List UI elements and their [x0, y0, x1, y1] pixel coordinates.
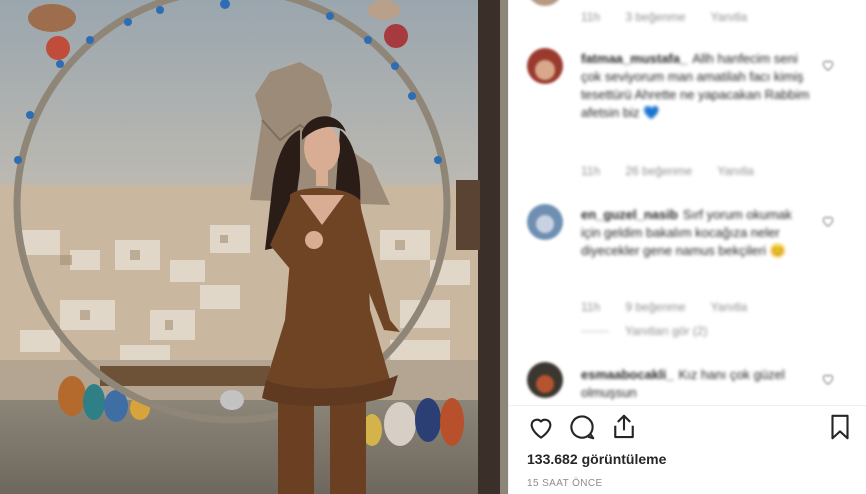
- comment-text: en_guzel_nasib Sırf yorum okumak için gel…: [581, 206, 813, 260]
- like-comment-icon[interactable]: [821, 58, 835, 72]
- comment-meta: 11h 3 beğenme Yanıtla: [581, 10, 769, 24]
- comment-icon[interactable]: [567, 412, 597, 442]
- avatar-face: [536, 215, 554, 233]
- share-icon[interactable]: [609, 412, 639, 442]
- post-actions-bar: [509, 412, 866, 444]
- comment-meta: 11h 9 beğenme Yanıtla: [581, 300, 769, 314]
- avatar[interactable]: [527, 362, 563, 398]
- reply-link[interactable]: Yanıtla: [711, 10, 747, 24]
- instagram-post-view: 11h 3 beğenme Yanıtla fatmaa_mustafa_ All…: [0, 0, 866, 494]
- heart-icon[interactable]: [526, 412, 556, 442]
- avatar-face: [536, 375, 554, 393]
- comment-likes[interactable]: 26 beğenme: [625, 164, 692, 178]
- like-comment-icon[interactable]: [821, 214, 835, 228]
- views-number: 133.682: [527, 451, 578, 467]
- comment-username[interactable]: en_guzel_nasib: [581, 207, 678, 222]
- post-photo-illustration: [0, 0, 508, 494]
- comment-time: 11h: [581, 300, 601, 314]
- avatar-image: [527, 362, 563, 398]
- actions-divider: [509, 405, 866, 406]
- comment-username[interactable]: esmaabocakli_: [581, 367, 674, 382]
- comment-time: 11h: [581, 10, 601, 24]
- avatar-image: [527, 0, 563, 6]
- comment-meta: 11h 26 beğenme Yanıtla: [581, 164, 776, 178]
- replies-line: [581, 331, 609, 333]
- view-replies-button[interactable]: Yanıtları gör (2): [581, 324, 707, 338]
- avatar[interactable]: [527, 48, 563, 84]
- view-replies-label[interactable]: Yanıtları gör (2): [625, 324, 707, 338]
- post-photo[interactable]: [0, 0, 508, 494]
- avatar-face: [535, 60, 555, 80]
- bookmark-icon[interactable]: [825, 412, 855, 442]
- comment-text: fatmaa_mustafa_ Allh hanfecim seni çok se…: [581, 50, 813, 122]
- avatar-image: [527, 204, 563, 240]
- comment-time: 11h: [581, 164, 601, 178]
- views-count: 133.682 görüntüleme: [527, 451, 666, 467]
- comment-likes[interactable]: 3 beğenme: [625, 10, 685, 24]
- comment-item: fatmaa_mustafa_ Allh hanfecim seni çok se…: [509, 48, 866, 188]
- post-time[interactable]: 15 SAAT ÖNCE: [527, 478, 603, 489]
- views-label: görüntüleme: [581, 451, 667, 467]
- avatar[interactable]: [527, 0, 563, 6]
- post-side-panel: 11h 3 beğenme Yanıtla fatmaa_mustafa_ All…: [508, 0, 866, 494]
- avatar-fill: [527, 0, 563, 6]
- comment-item: 11h 3 beğenme Yanıtla: [509, 0, 866, 30]
- comment-item: en_guzel_nasib Sırf yorum okumak için gel…: [509, 204, 866, 344]
- avatar[interactable]: [527, 204, 563, 240]
- comment-item: esmaabocakli_ Kız hanı çok güzel olmuşsun: [509, 362, 866, 405]
- avatar-image: [527, 48, 563, 84]
- reply-link[interactable]: Yanıtla: [717, 164, 753, 178]
- like-comment-icon[interactable]: [821, 372, 835, 386]
- comment-username[interactable]: fatmaa_mustafa_: [581, 51, 687, 66]
- comments-list[interactable]: 11h 3 beğenme Yanıtla fatmaa_mustafa_ All…: [509, 0, 866, 405]
- comment-text: esmaabocakli_ Kız hanı çok güzel olmuşsun: [581, 366, 813, 402]
- reply-link[interactable]: Yanıtla: [711, 300, 747, 314]
- comment-likes[interactable]: 9 beğenme: [625, 300, 685, 314]
